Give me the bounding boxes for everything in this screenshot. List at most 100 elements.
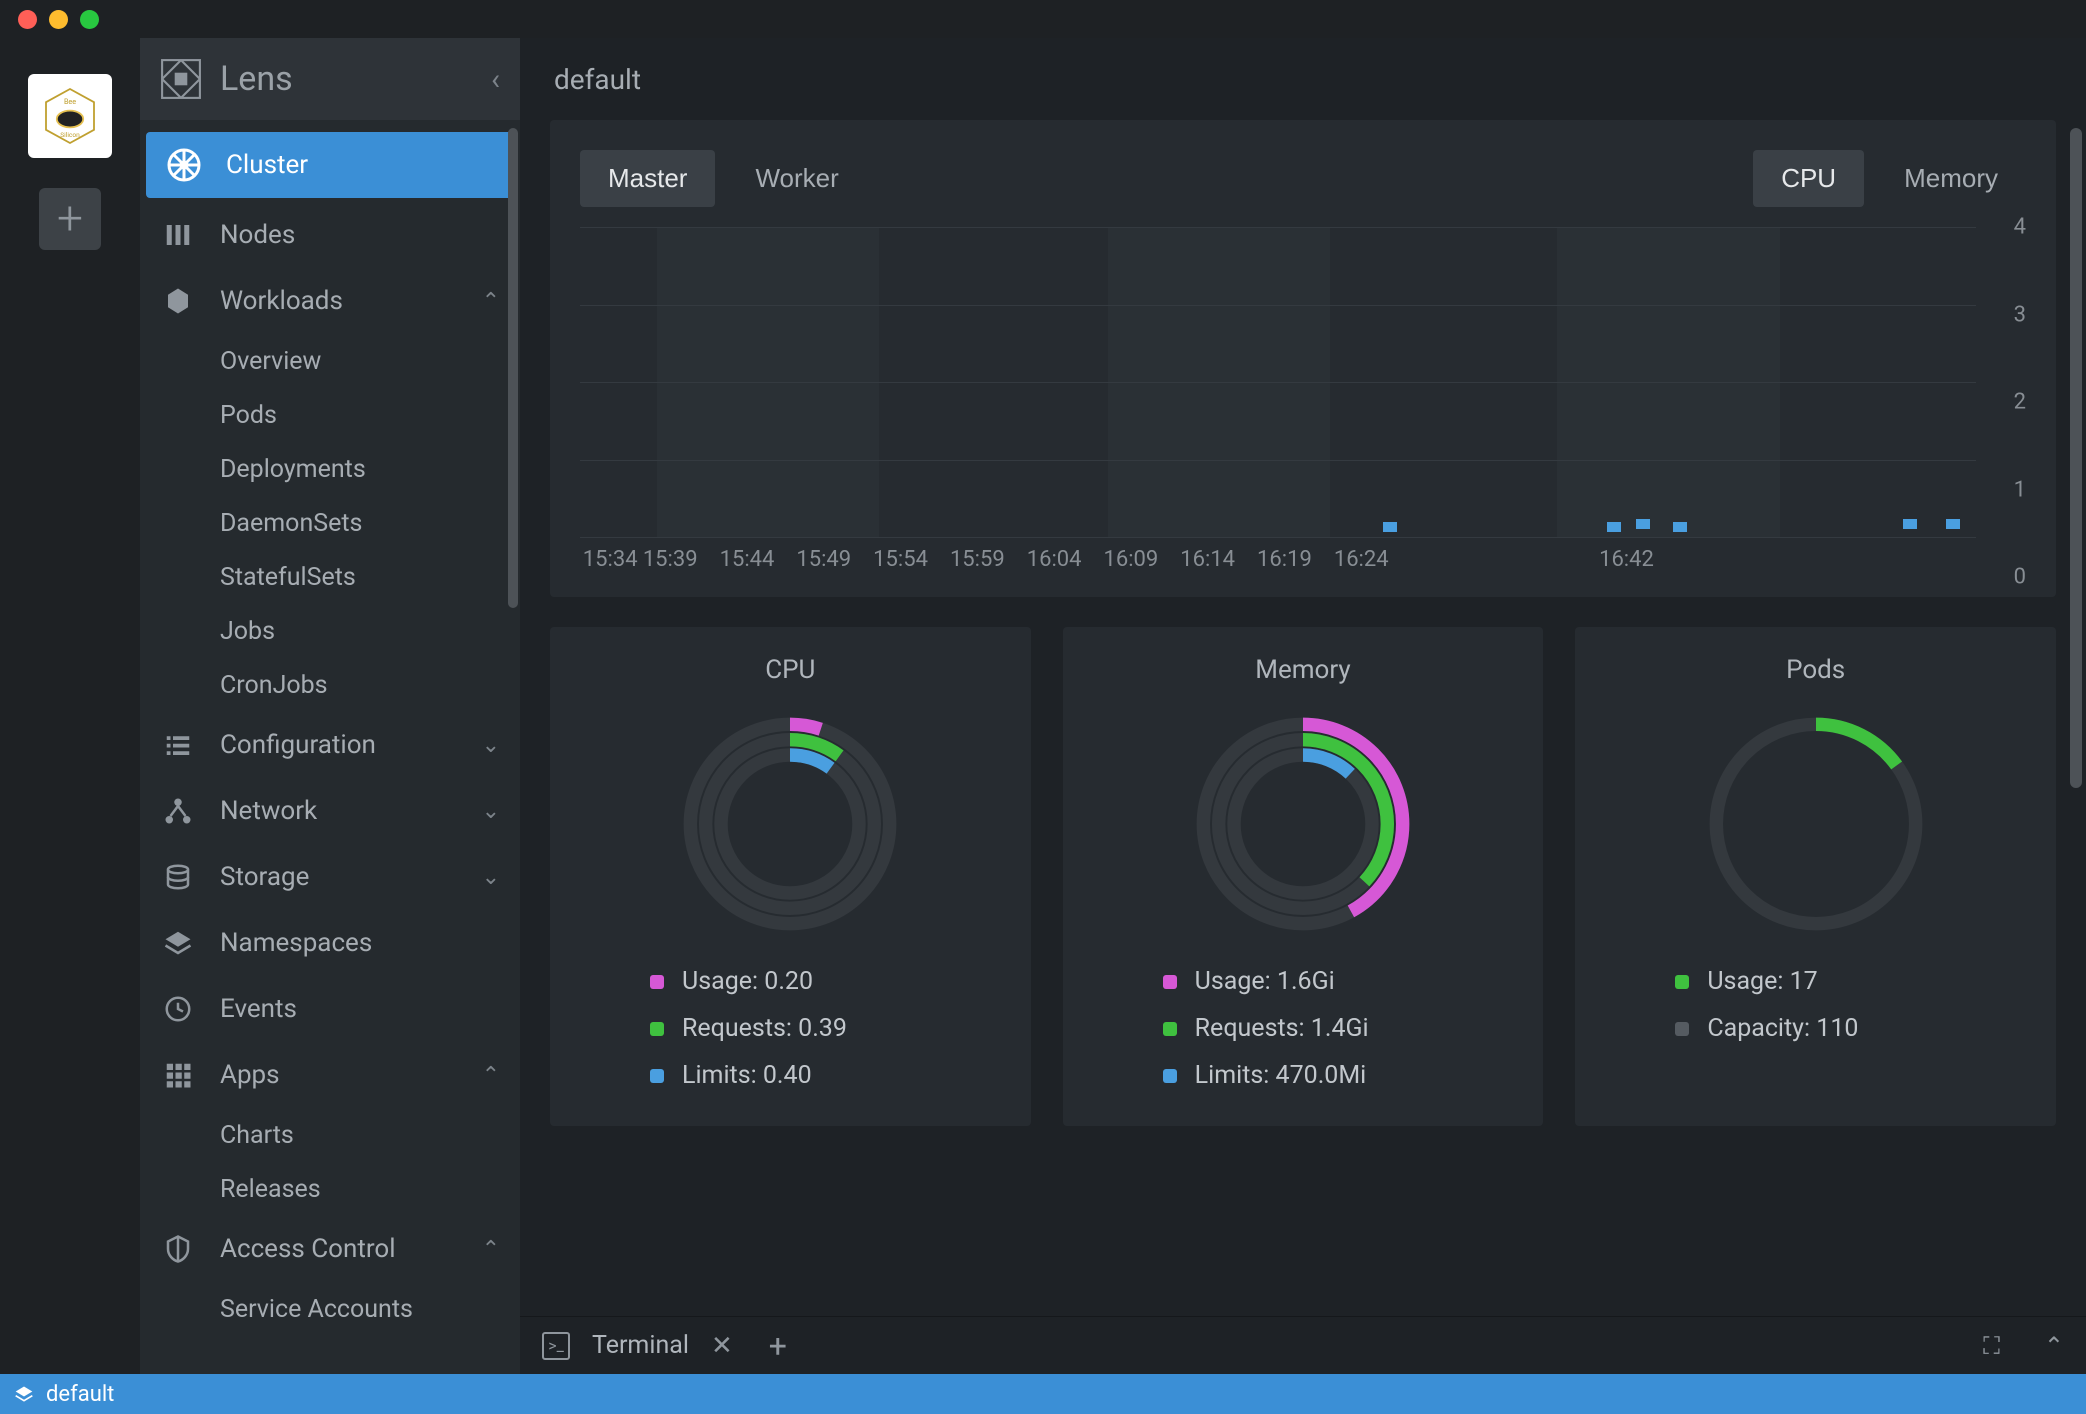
sidebar-sub-releases[interactable]: Releases [140, 1162, 520, 1216]
cpu-gauge-svg [675, 709, 905, 939]
fullscreen-icon[interactable]: ⛶ [1983, 1332, 2000, 1360]
window-minimize-button[interactable] [49, 10, 68, 29]
shield-icon [160, 1231, 196, 1267]
sidebar-sub-overview[interactable]: Overview [140, 334, 520, 388]
nav-list: Cluster Nodes Workloads ⌃ Overview Pods … [140, 120, 520, 1374]
sidebar-sub-daemonsets[interactable]: DaemonSets [140, 496, 520, 550]
content-scrollbar[interactable] [2070, 128, 2082, 788]
window-close-button[interactable] [18, 10, 37, 29]
pods-gauge-svg [1701, 709, 1931, 939]
y-tick: 2 [2014, 390, 2026, 415]
sidebar-sub-cronjobs[interactable]: CronJobs [140, 658, 520, 712]
sidebar-item-network[interactable]: Network ⌄ [140, 778, 520, 844]
legend-usage: Usage: 1.6Gi [1163, 967, 1514, 996]
sidebar-item-label: Events [220, 994, 297, 1024]
sidebar-item-storage[interactable]: Storage ⌄ [140, 844, 520, 910]
sidebar-item-label: Workloads [220, 286, 343, 316]
chevron-down-icon: ⌄ [482, 733, 500, 758]
cluster-rail: Bee Silicon + [0, 38, 140, 1374]
app-title: Lens [220, 59, 473, 99]
sidebar-sub-pods[interactable]: Pods [140, 388, 520, 442]
chevron-down-icon: ⌄ [482, 865, 500, 890]
content-area: default Master Worker CPU Memory [520, 38, 2086, 1374]
sidebar-item-cluster[interactable]: Cluster [146, 132, 514, 198]
sidebar-sub-jobs[interactable]: Jobs [140, 604, 520, 658]
nodes-icon [160, 217, 196, 253]
helm-wheel-icon [166, 147, 202, 183]
sidebar: Lens ‹ Cluster Nodes Workloads ⌃ Overvie… [140, 38, 520, 1374]
sidebar-item-label: Access Control [220, 1234, 396, 1264]
tab-cpu[interactable]: CPU [1753, 150, 1864, 207]
sidebar-header: Lens ‹ [140, 38, 520, 120]
add-cluster-button[interactable]: + [39, 188, 101, 250]
gauge-title: Memory [1255, 655, 1350, 685]
sidebar-collapse-button[interactable]: ‹ [491, 62, 500, 97]
window-maximize-button[interactable] [80, 10, 99, 29]
breadcrumb: default [520, 38, 2086, 120]
network-icon [160, 793, 196, 829]
layers-icon [160, 925, 196, 961]
y-tick: 3 [2014, 302, 2026, 327]
terminal-add-button[interactable]: + [769, 1327, 787, 1365]
sidebar-item-label: Configuration [220, 730, 376, 760]
lens-logo-icon [160, 58, 202, 100]
chevron-up-icon: ⌃ [482, 289, 500, 314]
gauge-cpu: CPU Usage: 0.20 Requests: 0.39 [550, 627, 1031, 1126]
gauge-memory: Memory Usage: 1.6Gi Requests: 1.4Gi [1063, 627, 1544, 1126]
memory-gauge-svg [1188, 709, 1418, 939]
sidebar-item-label: Cluster [226, 150, 308, 180]
sidebar-item-label: Apps [220, 1060, 280, 1090]
chevron-down-icon: ⌄ [482, 799, 500, 824]
tab-worker[interactable]: Worker [727, 150, 866, 207]
y-tick: 4 [2014, 215, 2026, 240]
gauge-title: Pods [1786, 655, 1845, 685]
clock-icon [160, 991, 196, 1027]
svg-text:Bee: Bee [64, 97, 76, 106]
sidebar-item-access-control[interactable]: Access Control ⌃ [140, 1216, 520, 1282]
status-text: default [46, 1382, 114, 1407]
gauge-title: CPU [765, 655, 815, 685]
sidebar-item-apps[interactable]: Apps ⌃ [140, 1042, 520, 1108]
list-icon [160, 727, 196, 763]
sidebar-sub-service-accounts[interactable]: Service Accounts [140, 1282, 520, 1336]
chevron-up-icon[interactable]: ⌃ [2044, 1332, 2064, 1360]
sidebar-item-label: Namespaces [220, 928, 372, 958]
legend-limits: Limits: 470.0Mi [1163, 1061, 1514, 1090]
legend-capacity: Capacity: 110 [1675, 1014, 2026, 1043]
sidebar-item-configuration[interactable]: Configuration ⌄ [140, 712, 520, 778]
legend-usage: Usage: 0.20 [650, 967, 1001, 996]
gauges-row: CPU Usage: 0.20 Requests: 0.39 [550, 627, 2056, 1126]
tab-memory[interactable]: Memory [1876, 150, 2026, 207]
chart-body: 4 3 2 1 0 15:34 15:39 [580, 227, 2026, 577]
node-role-tabs: Master Worker [580, 150, 867, 207]
y-tick: 0 [2014, 565, 2026, 590]
metric-tabs: CPU Memory [1753, 150, 2026, 207]
sidebar-item-label: Storage [220, 862, 309, 892]
sidebar-sub-charts[interactable]: Charts [140, 1108, 520, 1162]
sidebar-item-workloads[interactable]: Workloads ⌃ [140, 268, 520, 334]
active-cluster-icon[interactable]: Bee Silicon [28, 74, 112, 158]
gauge-pods: Pods Usage: 17 Capacity: 110 [1575, 627, 2056, 1126]
sidebar-sub-statefulsets[interactable]: StatefulSets [140, 550, 520, 604]
layers-icon [14, 1384, 34, 1404]
terminal-bar: >_ Terminal ✕ + ⛶ ⌃ [520, 1316, 2086, 1374]
legend-limits: Limits: 0.40 [650, 1061, 1001, 1090]
sidebar-item-label: Nodes [220, 220, 295, 250]
sidebar-item-nodes[interactable]: Nodes [140, 202, 520, 268]
content-wrapper: default Master Worker CPU Memory [520, 38, 2086, 1374]
gauge-legend: Usage: 1.6Gi Requests: 1.4Gi Limits: 470… [1093, 967, 1514, 1090]
sidebar-item-namespaces[interactable]: Namespaces [140, 910, 520, 976]
usage-chart-card: Master Worker CPU Memory [550, 120, 2056, 597]
breadcrumb-text: default [554, 63, 641, 96]
legend-usage: Usage: 17 [1675, 967, 2026, 996]
sidebar-sub-deployments[interactable]: Deployments [140, 442, 520, 496]
svg-text:Silicon: Silicon [60, 131, 80, 139]
terminal-tab[interactable]: Terminal [592, 1331, 689, 1360]
status-bar[interactable]: default [0, 1374, 2086, 1414]
sidebar-item-events[interactable]: Events [140, 976, 520, 1042]
terminal-close-button[interactable]: ✕ [711, 1331, 733, 1361]
sidebar-scrollbar[interactable] [508, 128, 518, 608]
tab-master[interactable]: Master [580, 150, 715, 207]
chart-header: Master Worker CPU Memory [580, 150, 2026, 207]
chevron-up-icon: ⌃ [482, 1063, 500, 1088]
